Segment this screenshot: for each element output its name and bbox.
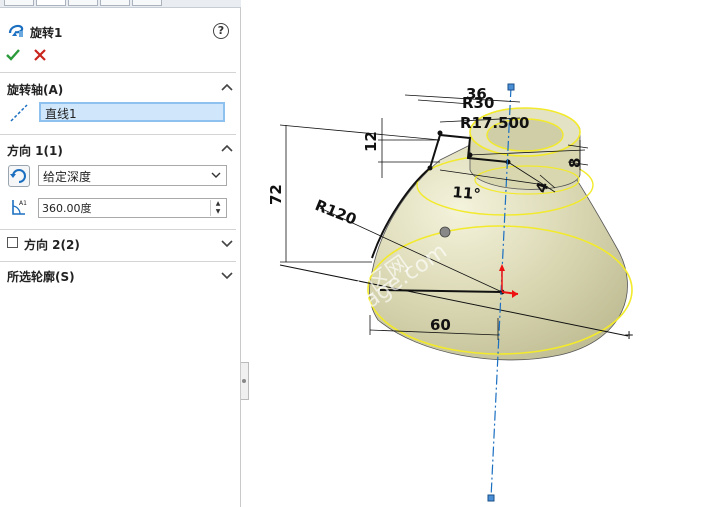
dim-60[interactable]: 60 bbox=[430, 316, 451, 334]
tab-dimxpert[interactable] bbox=[100, 0, 130, 6]
dim-r30[interactable]: R30 bbox=[462, 94, 494, 112]
tab-display-manager[interactable] bbox=[132, 0, 162, 6]
axis-section-header[interactable]: 旋转轴(A) bbox=[0, 77, 241, 99]
dim-r120[interactable]: R120 bbox=[313, 196, 359, 229]
ok-check-icon[interactable] bbox=[6, 48, 20, 62]
end-condition-select[interactable]: 给定深度 bbox=[38, 165, 227, 186]
axis-endpoint-bottom[interactable] bbox=[487, 494, 495, 502]
chevron-down-icon bbox=[221, 272, 233, 280]
angle-spinner[interactable]: ▲ ▼ bbox=[210, 200, 225, 216]
dim-8[interactable]: 8 bbox=[566, 158, 584, 168]
dim-72[interactable]: 72 bbox=[267, 184, 285, 205]
chevron-up-icon bbox=[221, 83, 233, 91]
svg-text:A1: A1 bbox=[19, 200, 27, 207]
direction2-section-header[interactable]: 方向 2(2) bbox=[0, 232, 241, 254]
tab-feature-tree[interactable] bbox=[4, 0, 34, 6]
dim-12[interactable]: 12 bbox=[362, 131, 380, 152]
feature-header: 旋转1 ? bbox=[0, 8, 241, 68]
axis-endpoint-top[interactable] bbox=[507, 83, 515, 91]
divider bbox=[0, 261, 236, 262]
contours-section-header[interactable]: 所选轮廓(S) bbox=[0, 264, 241, 286]
spinner-up-icon[interactable]: ▲ bbox=[211, 200, 225, 208]
dim-r17-500[interactable]: R17.500 bbox=[460, 114, 529, 132]
direction2-checkbox[interactable] bbox=[7, 237, 18, 248]
divider bbox=[0, 229, 236, 230]
direction1-section-header[interactable]: 方向 1(1) bbox=[0, 138, 241, 160]
contours-section-title: 所选轮廓(S) bbox=[7, 270, 75, 284]
angle-value: 360.00度 bbox=[42, 202, 92, 215]
endpoint-marker: + bbox=[624, 328, 634, 342]
axis-selection-field[interactable]: 直线1 bbox=[39, 102, 225, 122]
manager-tabs bbox=[0, 0, 241, 8]
reverse-direction-button[interactable] bbox=[8, 165, 30, 187]
graphics-viewport[interactable]: 36 R30 R17.500 12 8 4 11° 72 R120 60 + 机… bbox=[242, 0, 705, 507]
angle-icon: A1 bbox=[12, 200, 27, 215]
direction1-section-title: 方向 1(1) bbox=[7, 144, 63, 158]
tab-configuration-manager[interactable] bbox=[68, 0, 98, 6]
axis-section-title: 旋转轴(A) bbox=[7, 83, 64, 97]
help-icon[interactable]: ? bbox=[213, 23, 229, 39]
axis-line-icon bbox=[10, 104, 28, 122]
chevron-down-icon bbox=[211, 172, 221, 178]
revolve-feature-icon bbox=[8, 24, 24, 37]
dim-11-deg[interactable]: 11° bbox=[452, 183, 482, 203]
chevron-up-icon bbox=[221, 144, 233, 152]
chevron-down-icon bbox=[221, 240, 233, 248]
spinner-down-icon[interactable]: ▼ bbox=[211, 208, 225, 216]
angle-input[interactable]: 360.00度 ▲ ▼ bbox=[38, 198, 227, 218]
divider bbox=[0, 134, 236, 135]
origin-marker bbox=[439, 226, 451, 238]
direction2-section-title: 方向 2(2) bbox=[24, 238, 80, 252]
end-condition-value: 给定深度 bbox=[43, 170, 92, 184]
reverse-direction-icon bbox=[10, 169, 26, 183]
feature-title: 旋转1 bbox=[30, 26, 63, 40]
property-manager: 旋转1 ? 旋转轴(A) 直线1 方向 1(1) 给定深度 A1 360.00度… bbox=[0, 0, 241, 507]
cancel-x-icon[interactable] bbox=[33, 48, 47, 62]
tab-property-manager[interactable] bbox=[36, 0, 66, 6]
divider bbox=[0, 72, 236, 73]
